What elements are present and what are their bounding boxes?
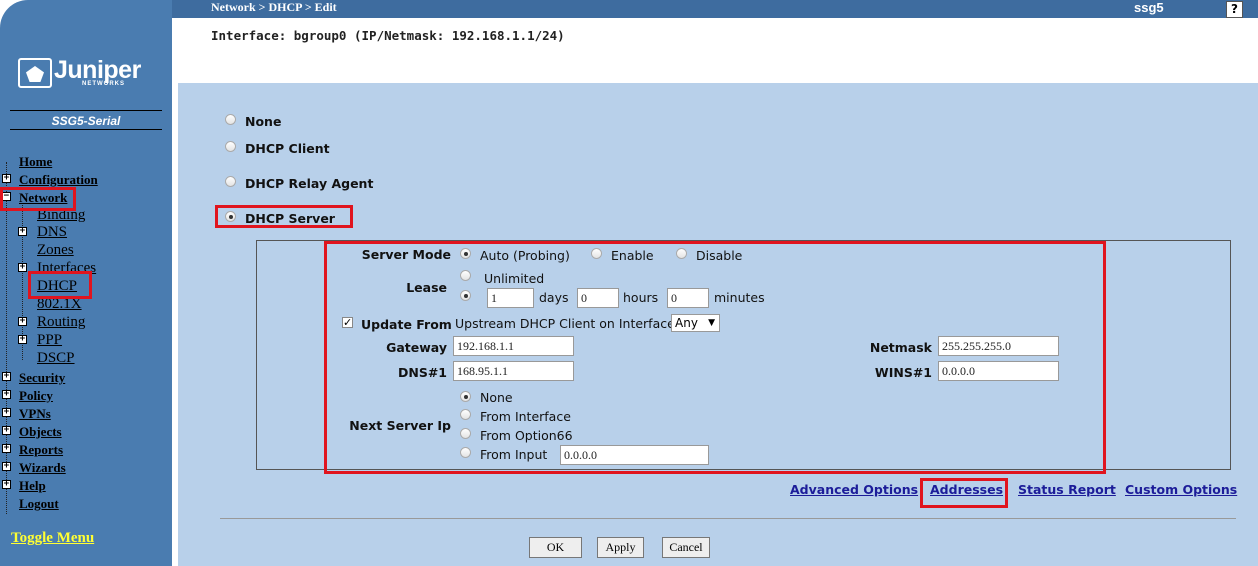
server-mode-enable-label: Enable [611,248,654,263]
expand-wizards-icon[interactable]: + [2,462,11,471]
next-server-interface-radio[interactable] [460,409,471,420]
next-server-option66-label: From Option66 [480,428,573,443]
expand-routing-icon[interactable]: + [18,317,27,326]
highlight-dhcp [28,271,92,299]
server-mode-label: Server Mode [361,247,451,262]
expand-ppp-icon[interactable]: + [18,335,27,344]
nav-wizards[interactable]: Wizards [19,460,66,476]
logo-networks: NETWORKS [82,81,125,87]
device-model: SSG5-Serial [51,114,121,128]
nav-routing[interactable]: Routing [37,314,85,331]
server-mode-enable-radio[interactable] [591,248,602,259]
server-mode-disable-radio[interactable] [676,248,687,259]
nav-zones[interactable]: Zones [37,242,74,259]
advanced-options-link[interactable]: Advanced Options [790,482,918,497]
custom-options-link[interactable]: Custom Options [1125,482,1237,497]
nav-security[interactable]: Security [19,370,65,386]
expand-objects-icon[interactable]: + [2,426,11,435]
separator [220,518,1236,519]
gateway-label: Gateway [386,340,447,355]
expand-configuration-icon[interactable]: + [2,174,11,183]
nav-dns[interactable]: DNS [37,224,67,241]
lease-minutes-input[interactable] [667,288,709,308]
next-server-none-radio[interactable] [460,391,471,402]
update-from-select[interactable]: Any ▼ [671,314,720,332]
expand-help-icon[interactable]: + [2,480,11,489]
mode-relay-label: DHCP Relay Agent [245,176,374,191]
lease-unlimited-label: Unlimited [484,271,545,286]
server-mode-disable-label: Disable [696,248,743,263]
update-from-label: Update From [361,317,452,332]
lease-label: Lease [406,280,447,295]
next-server-label: Next Server Ip [349,418,451,433]
next-server-input-radio[interactable] [460,447,471,458]
next-server-option66-radio[interactable] [460,428,471,439]
server-mode-auto-radio[interactable] [460,248,471,259]
nav-logout[interactable]: Logout [19,496,59,512]
update-from-text: Upstream DHCP Client on Interface [455,316,675,331]
expand-security-icon[interactable]: + [2,372,11,381]
netmask-label: Netmask [869,340,932,355]
nav-vpns[interactable]: VPNs [19,406,51,422]
dropdown-arrow-icon: ▼ [708,318,715,328]
mode-none-radio[interactable] [225,114,236,125]
help-icon[interactable]: ? [1226,1,1243,18]
expand-reports-icon[interactable]: + [2,444,11,453]
ok-button[interactable]: OK [529,537,582,558]
lease-duration-radio[interactable] [460,290,471,301]
hostname: ssg5 [1134,0,1164,15]
lease-days-input[interactable] [487,288,534,308]
nav-objects[interactable]: Objects [19,424,62,440]
mode-none-label: None [245,114,282,129]
nav-help[interactable]: Help [19,478,46,494]
mode-relay-radio[interactable] [225,176,236,187]
cancel-button[interactable]: Cancel [662,537,710,558]
update-from-checkbox[interactable]: ✓ [342,317,353,328]
dns1-label: DNS#1 [397,365,447,380]
apply-button[interactable]: Apply [597,537,644,558]
mode-client-radio[interactable] [225,141,236,152]
server-mode-auto-label: Auto (Probing) [480,248,570,263]
expand-dns-icon[interactable]: + [18,227,27,236]
expand-interfaces-icon[interactable]: + [18,263,27,272]
wins1-input[interactable] [938,361,1059,381]
nav-ppp[interactable]: PPP [37,332,62,349]
interface-line: Interface: bgroup0 (IP/Netmask: 192.168.… [211,28,565,43]
breadcrumb: Network > DHCP > Edit [211,0,337,14]
next-server-none-label: None [480,390,513,405]
divider [10,110,162,111]
nav-policy[interactable]: Policy [19,388,53,404]
nav-home[interactable]: Home [19,154,52,170]
expand-vpns-icon[interactable]: + [2,408,11,417]
highlight-dhcp-server [215,205,353,228]
highlight-network [0,187,76,211]
juniper-logo-icon [18,58,52,88]
mode-client-label: DHCP Client [245,141,330,156]
lease-hours-unit: hours [623,290,659,305]
status-report-link[interactable]: Status Report [1018,482,1116,497]
update-from-select-value: Any [675,316,698,330]
dns1-input[interactable] [453,361,574,381]
next-server-input-label: From Input [480,447,548,462]
divider [10,129,162,130]
expand-policy-icon[interactable]: + [2,390,11,399]
top-bar: Network > DHCP > Edit ssg5 ? [172,0,1258,18]
nav-reports[interactable]: Reports [19,442,63,458]
lease-unlimited-radio[interactable] [460,270,471,281]
wins1-label: WINS#1 [874,365,932,380]
netmask-input[interactable] [938,336,1059,356]
lease-hours-input[interactable] [577,288,619,308]
lease-days-unit: days [539,290,569,305]
nav-dscp[interactable]: DSCP [37,350,75,367]
juniper-logo: Juniper NETWORKS [18,56,158,90]
nav-configuration[interactable]: Configuration [19,172,98,188]
gateway-input[interactable] [453,336,574,356]
next-server-interface-label: From Interface [480,409,571,424]
lease-minutes-unit: minutes [714,290,765,305]
highlight-addresses [920,478,1008,508]
toggle-menu-link[interactable]: Toggle Menu [11,530,94,547]
next-server-input-field[interactable] [560,445,709,465]
highlight-server-settings [324,241,1106,474]
